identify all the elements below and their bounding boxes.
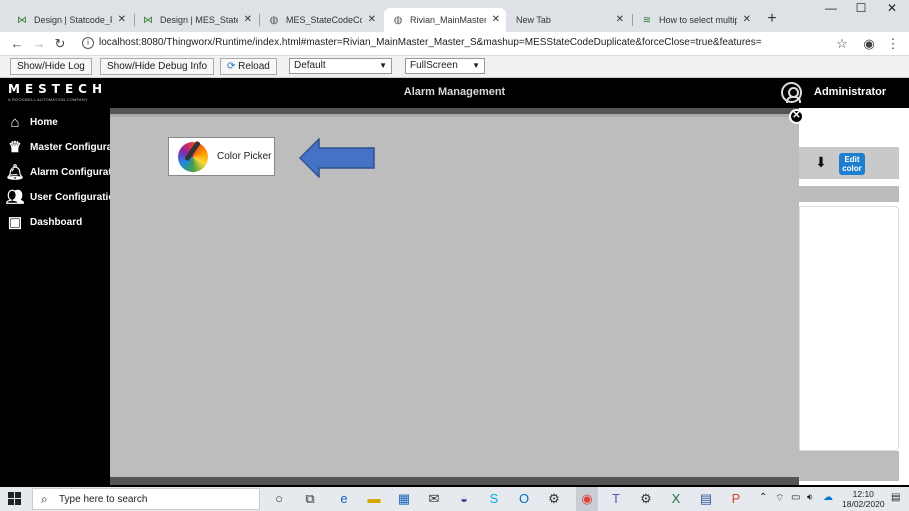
onedrive-icon[interactable]: ☁ <box>823 492 833 503</box>
settings-gear-icon[interactable]: ⚙ <box>546 491 562 507</box>
close-window-button[interactable]: ✕ <box>877 0 907 18</box>
home-icon: ⌂ <box>10 113 20 131</box>
sidebar-item-home[interactable]: ⌂ Home <box>4 111 57 133</box>
app-icon[interactable]: ▤ <box>698 491 714 507</box>
back-arrow-icon[interactable]: ← <box>8 35 26 53</box>
taskbar-search[interactable]: ⌕ Type here to search <box>32 488 260 510</box>
show-hide-debug-button[interactable]: Show/Hide Debug Info <box>100 58 215 75</box>
users-icon: 👥︎ <box>5 189 25 206</box>
show-hide-log-button[interactable]: Show/Hide Log <box>10 58 92 75</box>
browser-tab-active[interactable]: ◍ Rivian_MainMaster_M ✕ <box>384 8 506 32</box>
debug-toolbar: Show/Hide Log Show/Hide Debug Info ⟳ Rel… <box>0 56 909 78</box>
globe-icon: ◍ <box>393 14 403 26</box>
close-tab-icon[interactable]: ✕ <box>118 14 126 25</box>
store-icon[interactable]: ▦ <box>396 491 412 507</box>
mail-icon[interactable]: ✉ <box>426 491 442 507</box>
close-tab-icon[interactable]: ✕ <box>492 14 500 25</box>
browser-tab[interactable]: New Tab ✕ <box>508 8 630 32</box>
reload-icon: ⟳ <box>227 61 236 72</box>
excel-icon[interactable]: X <box>668 491 684 507</box>
browser-tab[interactable]: ≋ How to select multiple ✕ <box>633 8 757 32</box>
bookmark-star-icon[interactable]: ☆ <box>833 35 851 53</box>
color-wheel-icon <box>178 141 208 172</box>
app-header: MESTECH A ROCKWELL AUTOMATION COMPANY Al… <box>0 78 909 108</box>
app-icon[interactable]: ◒ <box>456 491 472 507</box>
content-card <box>799 206 899 451</box>
battery-icon[interactable]: ▭ <box>791 492 800 503</box>
close-tab-icon[interactable]: ✕ <box>743 14 751 25</box>
browser-tab-strip: ⋈ Design | Statcode_Pric ✕ ⋈ Design | ME… <box>0 0 909 32</box>
reload-icon[interactable]: ↻ <box>51 35 69 53</box>
mode-select[interactable]: FullScreen ▼ <box>405 58 485 74</box>
sidebar-item-user-configuration[interactable]: 👥︎ User Configuratio <box>4 186 114 208</box>
edge-icon[interactable]: e <box>336 491 352 507</box>
gear-app-icon[interactable]: ⚙ <box>638 491 654 507</box>
skype-icon[interactable]: S <box>486 491 502 507</box>
url-field[interactable]: localhost:8080/Thingworx/Runtime/index.h… <box>99 37 762 48</box>
address-bar: ← → ↻ i localhost:8080/Thingworx/Runtime… <box>0 32 909 56</box>
powerpoint-icon[interactable]: P <box>728 491 744 507</box>
windows-taskbar: ⌕ Type here to search ○ ⧉ e ▬ ▦ ✉ ◒ S O … <box>0 487 909 511</box>
browser-tab[interactable]: ◍ MES_StateCodeColorE ✕ <box>260 8 382 32</box>
thingworx-icon: ⋈ <box>17 14 27 26</box>
minimize-button[interactable]: — <box>816 0 846 18</box>
search-icon: ⌕ <box>41 492 48 506</box>
file-explorer-icon[interactable]: ▬ <box>366 491 382 507</box>
stack-icon: ≋ <box>642 14 652 26</box>
user-name[interactable]: Administrator <box>814 86 886 98</box>
user-avatar-icon[interactable] <box>781 82 802 103</box>
browser-tab[interactable]: ⋈ Design | MES_StateCo ✕ <box>134 8 258 32</box>
forward-arrow-icon[interactable]: → <box>30 35 48 53</box>
color-picker-button[interactable]: Color Picker <box>168 137 275 176</box>
download-icon[interactable]: ⬇ <box>813 154 829 172</box>
close-tab-icon[interactable]: ✕ <box>368 14 376 25</box>
crown-icon: ♛ <box>8 139 22 156</box>
theme-select[interactable]: Default ▼ <box>289 58 392 74</box>
color-picker-label: Color Picker <box>217 151 272 162</box>
info-icon[interactable]: i <box>82 37 94 49</box>
sidebar-item-dashboard[interactable]: ▣ Dashboard <box>4 211 82 233</box>
edit-color-button[interactable]: Edit color <box>839 153 865 175</box>
page-title: Alarm Management <box>403 86 506 98</box>
task-view-icon[interactable]: ⧉ <box>302 491 318 507</box>
dropdown-arrow-icon: ▼ <box>472 61 480 70</box>
windows-start-icon[interactable] <box>8 492 22 506</box>
close-icon[interactable]: ✕ <box>789 109 804 124</box>
volume-icon[interactable]: 🔉︎ <box>807 492 813 503</box>
close-tab-icon[interactable]: ✕ <box>244 14 252 25</box>
browser-tab[interactable]: ⋈ Design | Statcode_Pric ✕ <box>8 8 132 32</box>
wifi-icon[interactable]: ⌔ <box>775 492 784 505</box>
notification-icon[interactable]: ▤ <box>891 492 900 503</box>
thingworx-icon: ⋈ <box>143 14 153 26</box>
menu-dots-icon[interactable]: ⋮ <box>884 35 902 53</box>
taskbar-clock[interactable]: 12:10 18/02/2020 <box>842 489 885 509</box>
cortana-icon[interactable]: ○ <box>271 491 287 507</box>
new-tab-button[interactable]: + <box>762 10 782 30</box>
sidebar-item-alarm-configuration[interactable]: 🔔︎ Alarm Configurati <box>4 161 114 183</box>
close-tab-icon[interactable]: ✕ <box>616 14 624 25</box>
right-panel: ⬇ Edit color <box>799 108 909 485</box>
dashboard-icon: ▣ <box>7 214 23 231</box>
grid-header <box>799 186 899 202</box>
sidebar-item-master-configuration[interactable]: ♛ Master Configurat <box>4 136 115 158</box>
maximize-button[interactable]: ☐ <box>846 0 876 18</box>
reload-label: Reload <box>238 61 270 72</box>
globe-icon: ◍ <box>269 14 279 26</box>
teams-icon[interactable]: T <box>608 491 624 507</box>
dropdown-arrow-icon: ▼ <box>379 61 387 70</box>
footer-band <box>799 451 899 481</box>
bell-icon: 🔔︎ <box>5 164 25 181</box>
chrome-icon[interactable]: ◉ <box>579 491 595 507</box>
sidebar: ⌂ Home ♛ Master Configurat 🔔︎ Alarm Conf… <box>0 108 116 485</box>
tray-chevron-icon[interactable]: ⌃ <box>759 492 767 503</box>
outlook-icon[interactable]: O <box>516 491 532 507</box>
left-arrow-icon <box>299 138 375 178</box>
reload-button[interactable]: ⟳ Reload <box>220 58 277 75</box>
profile-icon[interactable]: ◉ <box>860 35 878 53</box>
